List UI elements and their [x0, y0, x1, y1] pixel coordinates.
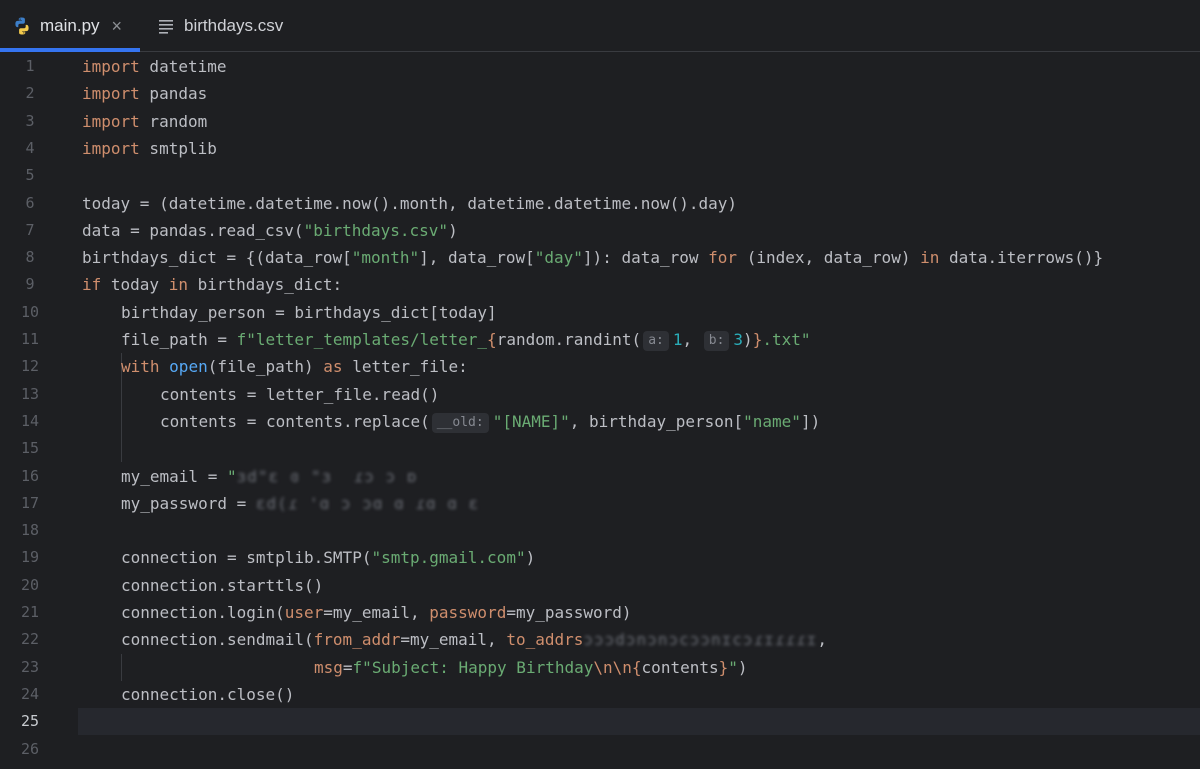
- parameter-hint: b:: [703, 331, 730, 351]
- code-editor[interactable]: 1 2 3 4 5 6 7 8 9 10 11 12 13 14 15 16 1…: [0, 53, 1200, 769]
- code-line: import datetime: [82, 57, 227, 76]
- redacted-text: ɜd"ɛ ɞ "ɜ ɾɔ ɔ ɒ: [236, 466, 418, 486]
- line-number: 18: [20, 521, 40, 540]
- tab-birthdays-csv[interactable]: birthdays.csv: [150, 0, 310, 52]
- code-line: file_path = f"letter_templates/letter_{r…: [121, 330, 811, 351]
- code-line: my_email = "ɜd"ɛ ɞ "ɜ ɾɔ ɔ ɒ: [121, 463, 417, 490]
- python-file-icon: [12, 16, 32, 36]
- line-number: 15: [20, 439, 40, 458]
- line-number: 12: [20, 357, 40, 376]
- line-number: 11: [20, 330, 40, 348]
- line-number-gutter: 1 2 3 4 5 6 7 8 9 10 11 12 13 14 15 16 1…: [0, 53, 78, 769]
- line-number: 6: [25, 193, 35, 212]
- code-line: contents = letter_file.read(): [160, 384, 440, 404]
- line-number: 23: [20, 657, 40, 676]
- line-number-current: 25: [20, 712, 40, 731]
- close-tab-icon[interactable]: ×: [112, 17, 123, 35]
- code-line: connection = smtplib.SMTP("smtp.gmail.co…: [121, 548, 536, 568]
- code-area[interactable]: import datetime import pandas import ran…: [78, 53, 1200, 769]
- code-line: connection.close(): [121, 684, 295, 704]
- ide-window: main.py × birthdays.csv 1 2 3 4 5 6 7 8 …: [0, 0, 1200, 769]
- code-line: if today in birthdays_dict:: [82, 275, 343, 295]
- current-line-highlight: [78, 708, 1200, 736]
- redacted-text: ɛd(ɾ 'ɑ ɔ ɔɑ ɑ ɾɑ ɑ ɛ: [255, 493, 480, 513]
- parameter-hint: __old:: [431, 412, 489, 433]
- line-number: 26: [20, 739, 40, 758]
- tab-label: main.py: [40, 16, 100, 35]
- line-number: 20: [20, 575, 40, 594]
- active-tab-indicator: [0, 48, 140, 52]
- code-line: import random: [82, 111, 208, 131]
- line-number: 24: [20, 684, 40, 703]
- line-number: 19: [20, 548, 40, 567]
- tab-main-py[interactable]: main.py ×: [0, 0, 140, 52]
- code-line: connection.sendmail(from_addr=my_email, …: [121, 626, 827, 653]
- code-line: with open(file_path) as letter_file:: [121, 357, 468, 377]
- code-line: msg=f"Subject: Happy Birthday\n\n{conten…: [314, 657, 748, 677]
- tab-label: birthdays.csv: [184, 16, 284, 35]
- code-line: contents = contents.replace(__old: "[NAME…: [160, 411, 821, 433]
- code-line: import smtplib: [82, 138, 217, 158]
- line-number: 3: [25, 111, 35, 130]
- line-number: 10: [20, 302, 40, 321]
- code-line: connection.login(user=my_email, password…: [121, 603, 632, 622]
- parameter-hint: a:: [643, 331, 669, 351]
- redacted-text: ɔɔɔdɔnɔnɔcɔɔnɪcɔɾɪɾɾɾɪ: [583, 630, 818, 650]
- indent-guide: [121, 653, 122, 681]
- line-number: 13: [20, 384, 40, 403]
- line-number: 8: [25, 248, 35, 267]
- line-number: 9: [25, 275, 35, 294]
- line-number: 7: [25, 220, 35, 239]
- line-number: 2: [25, 84, 35, 103]
- code-line: birthday_person = birthdays_dict[today]: [121, 302, 497, 322]
- code-line: my_password = ɛd(ɾ 'ɑ ɔ ɔɑ ɑ ɾɑ ɑ ɛ: [121, 490, 479, 517]
- line-number: 17: [20, 493, 40, 512]
- line-number: 1: [25, 57, 35, 75]
- line-number: 21: [20, 603, 40, 621]
- code-line: today = (datetime.datetime.now().month, …: [82, 193, 738, 213]
- line-number: 22: [20, 630, 40, 649]
- code-line: connection.starttls(): [121, 575, 324, 595]
- line-number: 14: [20, 411, 40, 430]
- editor-tab-bar: main.py × birthdays.csv: [0, 0, 1200, 52]
- line-number: 4: [25, 138, 35, 157]
- text-file-icon: [156, 16, 176, 36]
- code-line: birthdays_dict = {(data_row["month"], da…: [82, 248, 1104, 268]
- line-number: 16: [20, 466, 40, 485]
- code-line: import pandas: [82, 84, 208, 104]
- code-line: data = pandas.read_csv("birthdays.csv"): [82, 220, 458, 240]
- line-number: 5: [25, 166, 35, 185]
